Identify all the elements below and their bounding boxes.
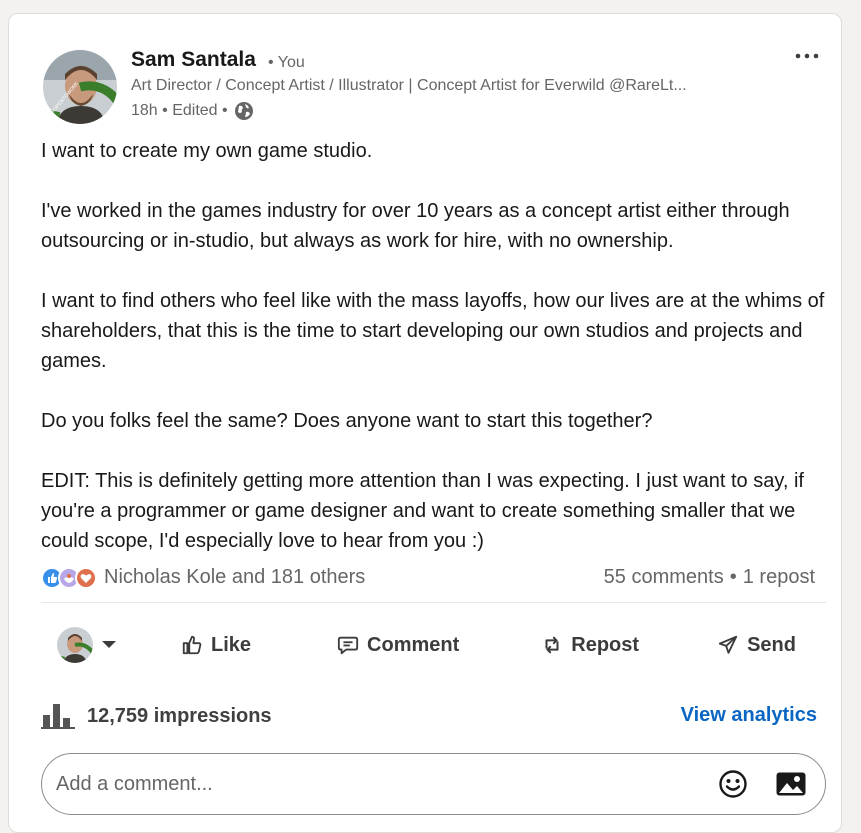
stats-separator: • <box>729 566 737 588</box>
like-button[interactable]: Like <box>171 626 261 665</box>
impressions-count: 12,759 impressions <box>87 704 272 727</box>
globe-icon <box>234 101 254 121</box>
post-paragraph: EDIT: This is definitely getting more at… <box>41 470 804 552</box>
post-card: #OPENTOWORK Sam Santala • You Art Direct… <box>8 13 842 833</box>
emoji-button[interactable] <box>713 764 753 804</box>
author-avatar[interactable]: #OPENTOWORK <box>43 50 117 124</box>
reposts-count-link[interactable]: 1 repost <box>743 566 815 589</box>
comment-label: Comment <box>367 633 460 656</box>
like-label: Like <box>211 633 252 656</box>
actor-avatar <box>57 627 93 663</box>
comment-button[interactable]: Comment <box>327 626 469 665</box>
post-paragraph: I've worked in the games industry for ov… <box>41 200 790 252</box>
post-paragraph: I want to find others who feel like with… <box>41 290 825 372</box>
author-relation: • You <box>268 54 305 71</box>
post-time: 18h • Edited • <box>131 102 228 119</box>
post-paragraph: Do you folks feel the same? Does anyone … <box>41 410 653 432</box>
more-options-button[interactable] <box>789 42 825 70</box>
add-photo-button[interactable] <box>771 764 811 804</box>
reactions-summary[interactable]: Nicholas Kole and 181 others <box>41 566 365 589</box>
comment-input[interactable] <box>56 772 695 796</box>
post-meta: 18h • Edited • <box>131 101 254 121</box>
post-body: I want to create my own game studio. I'v… <box>41 136 831 556</box>
thumbs-up-icon <box>182 635 202 655</box>
avatar-photo: #OPENTOWORK <box>43 50 117 124</box>
send-label: Send <box>747 633 796 656</box>
action-bar: Like Comment Repost Send <box>41 619 826 671</box>
bar-chart-icon <box>41 704 75 729</box>
comments-count-link[interactable]: 55 comments <box>604 566 724 589</box>
author-headline: Art Director / Concept Artist / Illustra… <box>131 77 687 94</box>
engagement-stats: 55 comments • 1 repost <box>604 566 815 589</box>
ellipsis-icon <box>795 53 819 59</box>
send-icon <box>718 635 738 654</box>
repost-button[interactable]: Repost <box>531 626 649 665</box>
comment-icon <box>337 636 359 655</box>
comment-composer <box>41 753 826 815</box>
divider <box>41 602 826 603</box>
love-reaction-icon <box>75 566 97 589</box>
smiley-icon <box>719 770 747 798</box>
actor-switch-button[interactable] <box>41 627 151 663</box>
view-analytics-link[interactable]: View analytics <box>681 704 817 727</box>
send-button[interactable]: Send <box>707 626 806 665</box>
reactions-text: Nicholas Kole and 181 others <box>104 566 366 588</box>
caret-down-icon <box>102 641 116 648</box>
image-icon <box>776 772 806 796</box>
author-name[interactable]: Sam Santala <box>131 48 256 72</box>
repost-icon <box>545 636 559 654</box>
post-paragraph: I want to create my own game studio. <box>41 140 373 162</box>
impressions-summary[interactable]: 12,759 impressions <box>41 702 272 730</box>
repost-label: Repost <box>571 633 640 656</box>
